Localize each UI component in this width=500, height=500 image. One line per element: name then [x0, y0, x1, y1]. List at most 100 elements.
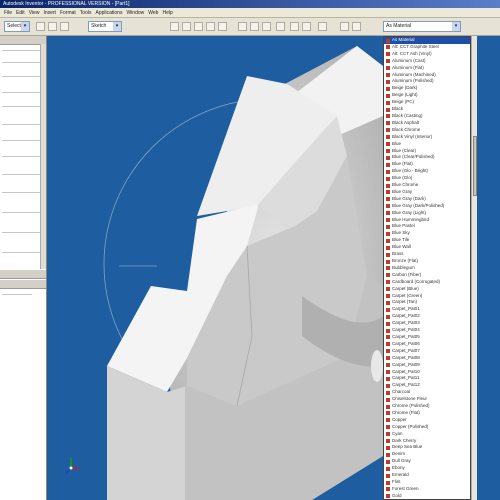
material-list-item[interactable]: Emerald	[384, 472, 470, 479]
material-list-item[interactable]: Blue Sky	[384, 230, 470, 237]
material-list-item[interactable]: Black Vinyl (Interior)	[384, 134, 470, 141]
material-list-item[interactable]: Deep Sea Blue	[384, 444, 470, 451]
shaded-display-icon[interactable]	[238, 22, 247, 31]
material-list-item[interactable]: Carpet_Pat02	[384, 313, 470, 320]
select-dropdown[interactable]: Select ▾	[4, 21, 30, 32]
material-list-item[interactable]: Blue (Clear/Polished)	[384, 154, 470, 161]
perspective-icon[interactable]	[302, 22, 311, 31]
material-list-item[interactable]: Cardboard (Corrugated)	[384, 279, 470, 286]
wireframe-icon[interactable]	[262, 22, 271, 31]
material-style-dropdown[interactable]: As Material ▾	[383, 21, 461, 32]
menu-item-tools[interactable]: Tools	[80, 10, 92, 16]
material-list-item[interactable]: Cyan	[384, 431, 470, 438]
material-list-item[interactable]: Blue Gray (Dark/Polished)	[384, 203, 470, 210]
material-list-item[interactable]: Blue Tile	[384, 237, 470, 244]
material-list-item[interactable]: Chrome (Polished)	[384, 403, 470, 410]
material-list-item[interactable]: Black Chrome	[384, 127, 470, 134]
material-list-item[interactable]: Carbon (Fiber)	[384, 272, 470, 279]
material-list-item[interactable]: Blue Chrome	[384, 182, 470, 189]
material-list-item[interactable]: Brass	[384, 251, 470, 258]
material-list-item[interactable]: Gold	[384, 493, 470, 499]
material-list-item[interactable]: Blue (Glo)	[384, 175, 470, 182]
material-list-item[interactable]: Carpet_Pat12	[384, 382, 470, 389]
material-list-item[interactable]: Carpet_Pat07	[384, 348, 470, 355]
menu-item-applications[interactable]: Applications	[95, 10, 122, 16]
material-list-item[interactable]: Blue Gray (Dark)	[384, 196, 470, 203]
material-list-item[interactable]: Ebony	[384, 465, 470, 472]
model-browser-header[interactable]	[0, 270, 46, 279]
menu-item-file[interactable]: File	[4, 10, 12, 16]
material-list-item[interactable]: Chrome (Flat)	[384, 410, 470, 417]
look-at-icon[interactable]	[218, 22, 227, 31]
ground-shadow-icon[interactable]	[276, 22, 285, 31]
material-list-item[interactable]: Blue Wall	[384, 244, 470, 251]
material-list-item[interactable]: Chiselstone Fleur	[384, 396, 470, 403]
material-list-item[interactable]: Beige (Dark)	[384, 85, 470, 92]
material-list-item[interactable]: Aluminum (Polished)	[384, 78, 470, 85]
material-list-item[interactable]: Copper (Polished)	[384, 424, 470, 431]
material-list-item[interactable]: Blue (Glo - Bright)	[384, 168, 470, 175]
material-list-item[interactable]: Black (Casting)	[384, 113, 470, 120]
material-list-item[interactable]: Dark Cherry	[384, 438, 470, 445]
material-list-item[interactable]: Blue Gray	[384, 189, 470, 196]
sketch-dropdown[interactable]: Sketch ▾	[88, 21, 122, 32]
material-list-item[interactable]: Beige (Light)	[384, 92, 470, 99]
undo-icon[interactable]	[48, 22, 57, 31]
material-list-item[interactable]: Aluminum (Machined)	[384, 72, 470, 79]
material-list-item[interactable]: Carpet (Blue)	[384, 286, 470, 293]
material-list-item[interactable]: Carpet_Pat04	[384, 327, 470, 334]
material-list-item[interactable]: Blue (Clear)	[384, 148, 470, 155]
model-browser-toolbar[interactable]	[0, 280, 46, 289]
material-list-item[interactable]: Flint	[384, 479, 470, 486]
material-list-item[interactable]: Bubblegum	[384, 265, 470, 272]
orthographic-icon[interactable]	[290, 22, 299, 31]
material-list-item[interactable]: Carpet (Green)	[384, 293, 470, 300]
menu-item-edit[interactable]: Edit	[16, 10, 25, 16]
material-list-item[interactable]: Black Asphalt	[384, 120, 470, 127]
material-list-item[interactable]: Forest Green	[384, 486, 470, 493]
material-list-item[interactable]: Aluminum (Flat)	[384, 65, 470, 72]
material-list-item[interactable]: Carpet_Pat11	[384, 375, 470, 382]
menu-item-insert[interactable]: Insert	[43, 10, 56, 16]
material-list-item[interactable]: Blue Hummingbird	[384, 217, 470, 224]
material-list-item[interactable]: As Material	[384, 37, 470, 44]
graphics-viewport[interactable]	[47, 36, 383, 500]
material-list-item[interactable]: Alt: CCT Graphite Steel	[384, 44, 470, 51]
hidden-edge-icon[interactable]	[250, 22, 259, 31]
help-icon[interactable]	[352, 22, 361, 31]
material-list-item[interactable]: Blue Gray (Light)	[384, 210, 470, 217]
return-button[interactable]	[36, 22, 45, 31]
zoom-icon[interactable]	[170, 22, 179, 31]
material-list-item[interactable]: Carpet_Pat05	[384, 334, 470, 341]
menu-item-help[interactable]: Help	[162, 10, 172, 16]
menu-item-window[interactable]: Window	[126, 10, 144, 16]
material-list-item[interactable]: Carpet_Pat03	[384, 320, 470, 327]
menu-item-view[interactable]: View	[29, 10, 40, 16]
material-list-item[interactable]: Charcoal	[384, 389, 470, 396]
material-list-item[interactable]: Denim	[384, 451, 470, 458]
panel-scrollbar[interactable]	[40, 44, 46, 269]
material-list-item[interactable]: Bronze (Flat)	[384, 258, 470, 265]
material-list-item[interactable]: Carpet_Pat09	[384, 362, 470, 369]
material-list-item[interactable]: Carpet_Pat01	[384, 306, 470, 313]
material-list-item[interactable]: Blue	[384, 141, 470, 148]
material-list-item[interactable]: Carpet_Pat08	[384, 355, 470, 362]
zoom-window-icon[interactable]	[194, 22, 203, 31]
material-list-item[interactable]: Copper	[384, 417, 470, 424]
material-list-item[interactable]: Dull Gray	[384, 458, 470, 465]
material-list-item[interactable]: Alt: CCT Ash (Vinyl)	[384, 51, 470, 58]
material-list-item[interactable]: Beige (PC)	[384, 99, 470, 106]
material-list-item[interactable]: Carpet_Pat06	[384, 341, 470, 348]
menu-item-format[interactable]: Format	[60, 10, 76, 16]
material-list-item[interactable]: Carpet (Tan)	[384, 299, 470, 306]
measure-icon[interactable]	[340, 22, 349, 31]
material-list-item[interactable]: Black	[384, 106, 470, 113]
rotate-icon[interactable]	[206, 22, 215, 31]
analysis-icon[interactable]	[318, 22, 327, 31]
material-style-list[interactable]: As Material Alt: CCT Graphite Steel Alt: C…	[383, 36, 471, 500]
material-list-item[interactable]: Aluminum (Cast)	[384, 58, 470, 65]
pan-icon[interactable]	[182, 22, 191, 31]
material-list-item[interactable]: Carpet_Pat10	[384, 369, 470, 376]
material-list-item[interactable]: Blue Pastel	[384, 223, 470, 230]
material-list-item[interactable]: Blue (Flat)	[384, 161, 470, 168]
